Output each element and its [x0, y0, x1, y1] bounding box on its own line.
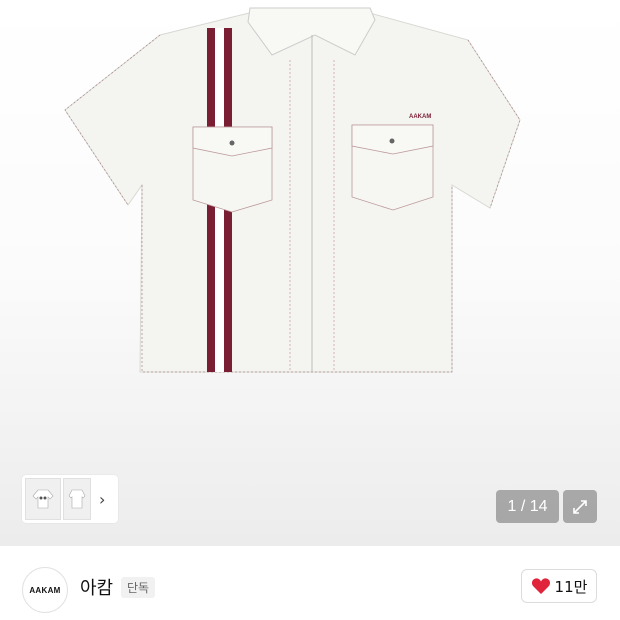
like-count: 11만	[554, 577, 588, 596]
chevron-right-icon[interactable]: ›	[99, 490, 105, 509]
thumbnail-strip[interactable]: ›	[22, 475, 118, 523]
product-image-gallery[interactable]: AAKAM › 1 / 14	[0, 0, 620, 546]
thumbnail-shirt-icon	[32, 489, 54, 509]
heart-icon	[531, 578, 550, 594]
brand-logo[interactable]: AAKAM	[22, 567, 68, 613]
product-image: AAKAM	[64, 7, 521, 373]
exclusive-badge: 단독	[121, 577, 156, 598]
image-counter: 1 / 14	[496, 490, 559, 523]
expand-button[interactable]	[563, 490, 597, 523]
expand-icon	[573, 499, 587, 514]
shirt-logo: AAKAM	[409, 114, 431, 120]
thumbnail-image[interactable]	[63, 478, 91, 520]
thumbnail-shirt-icon	[68, 489, 86, 509]
like-button[interactable]: 11만	[521, 569, 597, 603]
thumbnail-image[interactable]	[25, 478, 61, 520]
brand-name[interactable]: 아캄	[80, 574, 113, 600]
